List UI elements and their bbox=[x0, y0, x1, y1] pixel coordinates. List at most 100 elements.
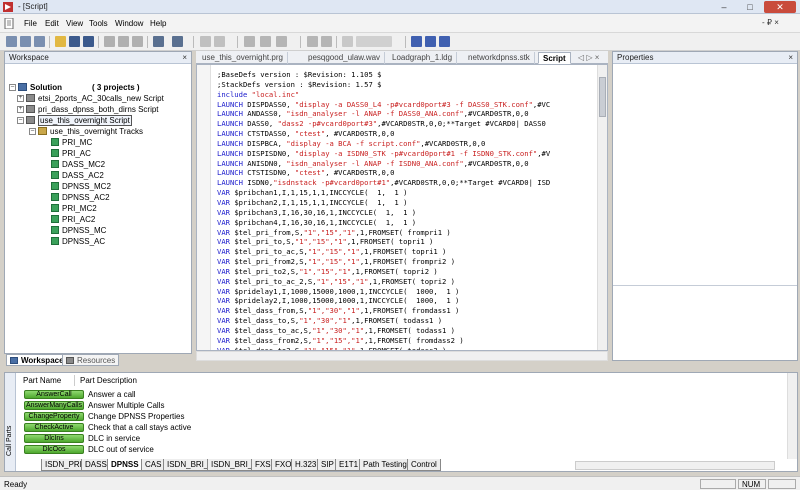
call-parts-horizontal-scrollbar[interactable] bbox=[575, 461, 775, 470]
script-editor[interactable]: ;BaseDefs version : $Revision: 1.105 $ ;S… bbox=[196, 64, 608, 351]
tree-track[interactable]: DPNSS_AC bbox=[51, 236, 105, 246]
find-icon[interactable] bbox=[200, 36, 211, 47]
tree-track[interactable]: DPNSS_MC2 bbox=[51, 181, 111, 191]
window-cascade-icon[interactable] bbox=[411, 36, 422, 47]
code-line[interactable]: VAR $tel_pri_to_ac,S,"1","15","1",1,FROM… bbox=[217, 247, 550, 257]
window-tile-icon[interactable] bbox=[425, 36, 436, 47]
code-line[interactable]: VAR $pridelay1,I,1000,15000,1000,1,INCCY… bbox=[217, 287, 550, 297]
new-track-icon[interactable] bbox=[34, 36, 45, 47]
tree-track[interactable]: PRI_AC2 bbox=[51, 214, 95, 224]
close-button[interactable]: ✕ bbox=[764, 1, 796, 13]
editor-vertical-scrollbar[interactable] bbox=[597, 65, 607, 350]
collapse-icon[interactable]: – bbox=[29, 127, 36, 135]
code-line[interactable]: LAUNCH DASS0, "dass2 -p#vcard0port#3",#V… bbox=[217, 119, 550, 129]
link-icon[interactable] bbox=[356, 36, 392, 47]
properties-close-button[interactable]: × bbox=[788, 52, 793, 63]
tree-track[interactable]: PRI_MC bbox=[51, 137, 92, 147]
tree-track[interactable]: DPNSS_AC2 bbox=[51, 192, 110, 202]
editor-horizontal-scrollbar[interactable] bbox=[196, 351, 608, 361]
code-line[interactable]: LAUNCH CTSTDASS0, "ctest", #VCARD0STR,0,… bbox=[217, 129, 550, 139]
code-line[interactable]: LAUNCH ISDN0,"isdnstack -p#vcard0port#1"… bbox=[217, 178, 550, 188]
compile-icon[interactable] bbox=[260, 36, 271, 47]
expand-icon[interactable]: + bbox=[17, 105, 24, 113]
column-header-part-name[interactable]: Part Name bbox=[20, 375, 75, 386]
editor-tab-active[interactable]: Script bbox=[538, 52, 571, 64]
menu-view[interactable]: View bbox=[66, 19, 83, 28]
code-line[interactable]: VAR $pribchan4,I,16,30,16,1,INCCYCLE( 1,… bbox=[217, 218, 550, 228]
code-line[interactable]: VAR $pribchan3,I,16,30,16,1,INCCYCLE( 1,… bbox=[217, 208, 550, 218]
code-line[interactable]: include "local.inc" bbox=[217, 90, 550, 100]
code-line[interactable]: LAUNCH CTSTISDN0, "ctest", #VCARD0STR,0,… bbox=[217, 168, 550, 178]
tree-tracks[interactable]: – use_this_overnight Tracks bbox=[29, 126, 143, 136]
delete-icon[interactable] bbox=[342, 36, 353, 47]
maximize-button[interactable]: □ bbox=[738, 1, 762, 13]
step-icon[interactable] bbox=[321, 36, 332, 47]
call-part-row[interactable]: CheckActive Check that a call stays acti… bbox=[20, 422, 191, 432]
tree-track[interactable]: DPNSS_MC bbox=[51, 225, 106, 235]
save-icon[interactable] bbox=[69, 36, 80, 47]
tree-track[interactable]: DASS_AC2 bbox=[51, 170, 104, 180]
save-all-icon[interactable] bbox=[83, 36, 94, 47]
copy-icon[interactable] bbox=[118, 36, 129, 47]
code-line[interactable]: VAR $tel_pri_from2,S,"1","15","1",1,FROM… bbox=[217, 257, 550, 267]
code-line[interactable]: LAUNCH DISPDASS0, "display -a DASS0_L4 -… bbox=[217, 100, 550, 110]
tab-dpnss[interactable]: DPNSS bbox=[107, 459, 143, 471]
call-part-button[interactable]: CheckActive bbox=[24, 422, 84, 432]
code-line[interactable]: LAUNCH DISPISDN0, "display -a ISDN0_STK … bbox=[217, 149, 550, 159]
code-line[interactable]: ;StackDefs version : $Revision: 1.57 $ bbox=[217, 80, 550, 90]
code-line[interactable]: VAR $tel_dass_from,S,"1","30","1",1,FROM… bbox=[217, 306, 550, 316]
tab-workspace[interactable]: Workspace bbox=[6, 354, 68, 366]
cut-icon[interactable] bbox=[104, 36, 115, 47]
redo-icon[interactable] bbox=[172, 36, 183, 47]
call-part-button[interactable]: DlcIns bbox=[24, 433, 84, 443]
call-part-row[interactable]: AnswerCall Answer a call bbox=[20, 389, 136, 399]
help-icon[interactable] bbox=[214, 36, 225, 47]
code-line[interactable]: VAR $pridelay2,I,1000,15000,1000,1,INCCY… bbox=[217, 296, 550, 306]
tab-h323[interactable]: H.323 bbox=[291, 459, 321, 471]
tree-script[interactable]: + etsi_2ports_AC_30calls_new Script bbox=[17, 93, 164, 103]
call-part-row[interactable]: ChangeProperty Change DPNSS Properties bbox=[20, 411, 185, 421]
tab-isdn-pri[interactable]: ISDN_PRI bbox=[41, 459, 86, 471]
code-line[interactable]: VAR $tel_pri_from,S,"1","15","1",1,FROMS… bbox=[217, 228, 550, 238]
tab-control[interactable]: Control bbox=[407, 459, 441, 471]
editor-tab[interactable]: networkdpnss.stk bbox=[464, 52, 535, 64]
code-line[interactable]: VAR $tel_pri_to_ac_2,S,"1","15","1",1,FR… bbox=[217, 277, 550, 287]
call-part-button[interactable]: DlcOos bbox=[24, 444, 84, 454]
code-line[interactable]: LAUNCH ANDASS0, "isdn_analyser -l ANAP -… bbox=[217, 109, 550, 119]
tree-solution[interactable]: – Solution ( 3 projects ) bbox=[9, 82, 140, 92]
column-header-part-description[interactable]: Part Description bbox=[77, 375, 227, 386]
tree-track[interactable]: PRI_MC2 bbox=[51, 203, 97, 213]
menu-help[interactable]: Help bbox=[150, 19, 166, 28]
call-part-button[interactable]: ChangeProperty bbox=[24, 411, 84, 421]
menu-tools[interactable]: Tools bbox=[89, 19, 108, 28]
code-line[interactable]: VAR $tel_dass_to_ac,S,"1","30","1",1,FRO… bbox=[217, 326, 550, 336]
code-line[interactable]: VAR $tel_pri_to2,S,"1","15","1",1,FROMSE… bbox=[217, 267, 550, 277]
new-solution-icon[interactable] bbox=[6, 36, 17, 47]
call-part-button[interactable]: AnswerManyCalls bbox=[24, 400, 84, 410]
expand-icon[interactable]: + bbox=[17, 94, 24, 102]
code-line[interactable]: LAUNCH ANISDN0, "isdn_analyser -l ANAP -… bbox=[217, 159, 550, 169]
code-line[interactable]: VAR $pribchan1,I,1,15,1,1,INCCYCLE( 1, 1… bbox=[217, 188, 550, 198]
menu-file[interactable]: File bbox=[24, 19, 37, 28]
tree-script-selected[interactable]: – use_this_overnight Script bbox=[17, 114, 132, 126]
call-part-row[interactable]: DlcIns DLC in service bbox=[20, 433, 140, 443]
call-part-row[interactable]: AnswerManyCalls Answer Multiple Calls bbox=[20, 400, 164, 410]
tree-script[interactable]: + pri_dass_dpnss_both_dirns Script bbox=[17, 104, 159, 114]
scroll-thumb[interactable] bbox=[599, 77, 606, 117]
call-parts-vertical-scrollbar[interactable] bbox=[787, 373, 797, 459]
code-line[interactable]: VAR $pribchan2,I,1,15,1,1,INCCYCLE( 1, 1… bbox=[217, 198, 550, 208]
menu-window[interactable]: Window bbox=[115, 19, 143, 28]
run-icon[interactable] bbox=[276, 36, 287, 47]
code-line[interactable]: ;BaseDefs version : $Revision: 1.105 $ bbox=[217, 70, 550, 80]
code-line[interactable]: VAR $tel_dass_from2,S,"1","15","1",1,FRO… bbox=[217, 336, 550, 346]
debug-icon[interactable] bbox=[307, 36, 318, 47]
call-part-row[interactable]: DlcOos DLC out of service bbox=[20, 444, 154, 454]
workspace-close-button[interactable]: × bbox=[182, 52, 187, 63]
tab-resources[interactable]: Resources bbox=[62, 354, 120, 366]
tab-path-testing[interactable]: Path Testing bbox=[359, 459, 411, 471]
tree-track[interactable]: DASS_MC2 bbox=[51, 159, 105, 169]
code-line[interactable]: VAR $tel_dass_to,S,"1","30","1",1,FROMSE… bbox=[217, 316, 550, 326]
menu-edit[interactable]: Edit bbox=[45, 19, 59, 28]
new-script-icon[interactable] bbox=[20, 36, 31, 47]
code-line[interactable]: VAR $tel_pri_to,S,"1","15","1",1,FROMSET… bbox=[217, 237, 550, 247]
